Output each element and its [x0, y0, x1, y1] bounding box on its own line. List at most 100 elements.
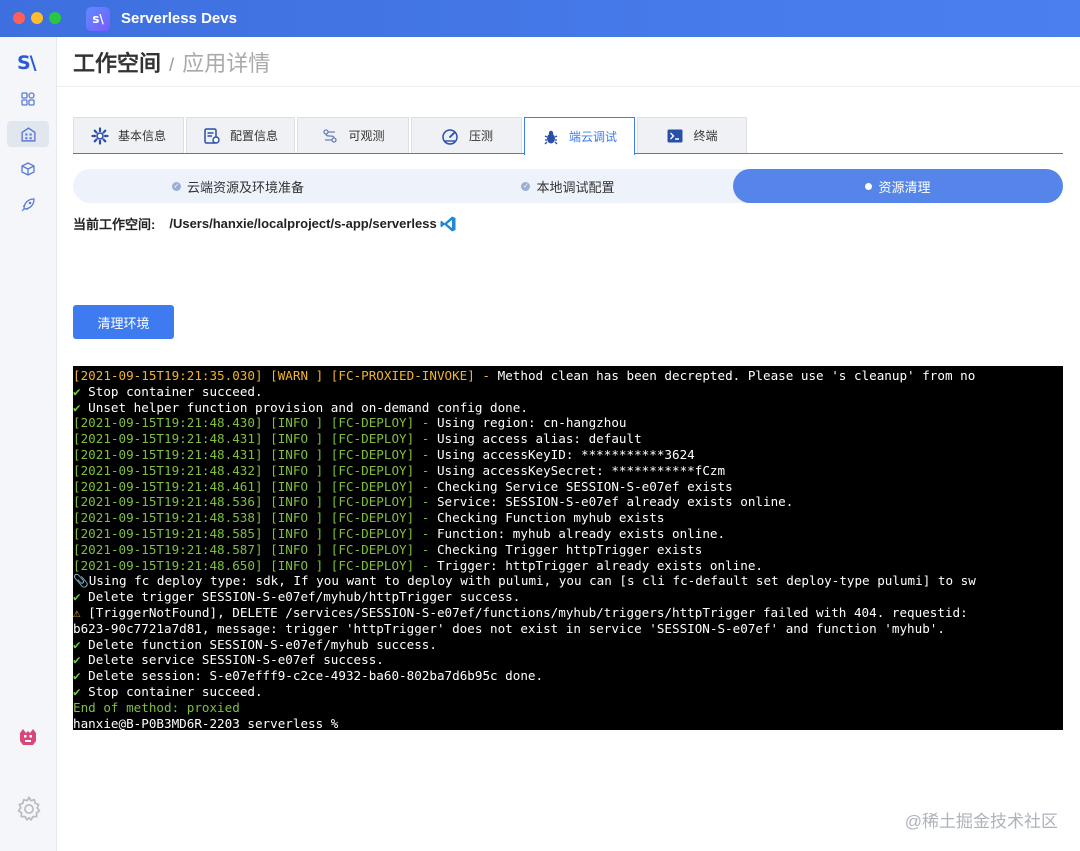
- app-logo: s\: [86, 7, 110, 31]
- terminal-segment: Stop container succeed.: [88, 683, 263, 699]
- breadcrumb-app-detail: 应用详情: [182, 51, 271, 76]
- config-icon: [204, 127, 220, 144]
- terminal-segment: [2021-09-15T19:21:48.431] [INFO ] [FC-DE…: [73, 446, 437, 462]
- step-local-debug-config[interactable]: ✓ 本地调试配置: [403, 169, 733, 203]
- cube-icon: [21, 162, 35, 176]
- terminal-segment: [2021-09-15T19:21:48.587] [INFO ] [FC-DE…: [73, 541, 437, 557]
- step-cloud-resources[interactable]: ✓ 云端资源及环境准备: [73, 169, 403, 203]
- terminal-segment: Delete session: S-e07efff9-c2ce-4932-ba6…: [88, 668, 544, 684]
- title-bar: s\ Serverless Devs: [0, 0, 1080, 37]
- bug-report-icon[interactable]: [16, 725, 40, 749]
- vscode-icon[interactable]: [439, 215, 457, 233]
- terminal-line: [2021-09-15T19:21:48.430] [INFO ] [FC-DE…: [73, 415, 1063, 431]
- terminal-icon: [667, 129, 683, 142]
- terminal-segment: Checking Trigger httpTrigger exists: [436, 541, 703, 557]
- terminal-line: [2021-09-15T19:21:35.030] [WARN ] [FC-PR…: [73, 368, 1063, 384]
- dot-icon: [865, 182, 873, 190]
- terminal-segment: Delete trigger SESSION-S-e07ef/myhub/htt…: [88, 589, 521, 605]
- minimize-window-button[interactable]: [31, 12, 43, 24]
- terminal-line: ✔ Delete session: S-e07efff9-c2ce-4932-b…: [73, 668, 1063, 684]
- terminal-segment: Trigger: httpTrigger already exists onli…: [436, 557, 763, 573]
- sidebar-item-workspace[interactable]: [7, 121, 49, 147]
- close-window-button[interactable]: [13, 12, 25, 24]
- sidebar: S\: [0, 37, 57, 851]
- terminal-segment: Checking Function myhub exists: [436, 510, 665, 526]
- breadcrumb-workspace[interactable]: 工作空间: [73, 51, 161, 76]
- sidebar-logo[interactable]: S\: [17, 52, 37, 74]
- step-label: 资源清理: [878, 179, 931, 195]
- clean-environment-button[interactable]: 清理环境: [73, 305, 174, 339]
- terminal-segment: [2021-09-15T19:21:48.461] [INFO ] [FC-DE…: [73, 478, 437, 494]
- terminal-segment: ✔: [73, 668, 89, 684]
- terminal-segment: Delete service SESSION-S-e07ef success.: [88, 652, 384, 668]
- terminal-output[interactable]: [2021-09-15T19:21:35.030] [WARN ] [FC-PR…: [73, 366, 1063, 730]
- sidebar-item-apps[interactable]: [7, 86, 49, 112]
- terminal-segment: ⚠: [73, 604, 89, 620]
- tab-label: 终端: [693, 129, 718, 143]
- terminal-segment: ✔: [73, 383, 89, 399]
- watermark: @稀土掘金技术社区: [904, 812, 1058, 831]
- terminal-segment: [2021-09-15T19:21:48.430] [INFO ] [FC-DE…: [73, 415, 437, 431]
- gear-icon: [91, 126, 109, 145]
- terminal-line: ✔ Delete trigger SESSION-S-e07ef/myhub/h…: [73, 589, 1063, 605]
- sidebar-item-deploy[interactable]: [7, 192, 49, 218]
- terminal-line: [2021-09-15T19:21:48.461] [INFO ] [FC-DE…: [73, 479, 1063, 495]
- terminal-segment: [2021-09-15T19:21:48.432] [INFO ] [FC-DE…: [73, 462, 437, 478]
- terminal-line: [2021-09-15T19:21:48.538] [INFO ] [FC-DE…: [73, 510, 1063, 526]
- terminal-segment: Using accessKeySecret: ***********fCzm: [436, 462, 726, 478]
- workspace-path: /Users/hanxie/localproject/s-app/serverl…: [169, 216, 437, 231]
- bug-icon: [544, 130, 558, 144]
- terminal-line: [2021-09-15T19:21:48.432] [INFO ] [FC-DE…: [73, 463, 1063, 479]
- tab-label: 基本信息: [117, 129, 166, 143]
- terminal-segment: 📎: [73, 573, 89, 589]
- terminal-segment: Using fc deploy type: sdk, If you want t…: [88, 573, 976, 589]
- settings-gear-icon[interactable]: [15, 795, 43, 823]
- terminal-segment: hanxie@B-P0B3MD6R-2203 serverless %: [73, 715, 346, 730]
- terminal-line: [2021-09-15T19:21:48.585] [INFO ] [FC-DE…: [73, 526, 1063, 542]
- check-icon: ✓: [171, 181, 181, 191]
- terminal-segment: [TriggerNotFound], DELETE /services/SESS…: [88, 604, 968, 620]
- observe-icon: [323, 128, 338, 143]
- terminal-line: 📎Using fc deploy type: sdk, If you want …: [73, 573, 1063, 589]
- tab-label: 可观测: [348, 129, 385, 143]
- terminal-segment: ✔: [73, 683, 89, 699]
- terminal-segment: Method clean has been decrepted. Please …: [497, 368, 976, 383]
- grid-icon: [21, 92, 35, 106]
- header-divider: [57, 86, 1080, 87]
- maximize-window-button[interactable]: [49, 12, 61, 24]
- terminal-line: [2021-09-15T19:21:48.431] [INFO ] [FC-DE…: [73, 431, 1063, 447]
- breadcrumb: 工作空间 / 应用详情: [73, 46, 270, 78]
- terminal-segment: [2021-09-15T19:21:48.536] [INFO ] [FC-DE…: [73, 494, 437, 510]
- terminal-segment: Function: myhub already exists online.: [436, 525, 726, 541]
- step-label: 云端资源及环境准备: [186, 179, 304, 195]
- terminal-segment: Checking Service SESSION-S-e07ef exists: [436, 478, 733, 494]
- terminal-segment: ✔: [73, 399, 89, 415]
- check-icon: ✓: [521, 181, 531, 191]
- terminal-line: [2021-09-15T19:21:48.536] [INFO ] [FC-DE…: [73, 494, 1063, 510]
- building-icon: [20, 126, 36, 142]
- terminal-segment: [2021-09-15T19:21:48.585] [INFO ] [FC-DE…: [73, 525, 437, 541]
- terminal-line: hanxie@B-P0B3MD6R-2203 serverless %: [73, 716, 1063, 730]
- tab-config-info[interactable]: 配置信息: [186, 117, 295, 153]
- tab-load-test[interactable]: 压测: [411, 117, 522, 153]
- tab-cloud-debug[interactable]: 端云调试: [524, 117, 635, 155]
- step-resource-cleanup[interactable]: 资源清理: [733, 169, 1063, 203]
- terminal-line: [2021-09-15T19:21:48.650] [INFO ] [FC-DE…: [73, 558, 1063, 574]
- terminal-line: ⚠ [TriggerNotFound], DELETE /services/SE…: [73, 605, 1063, 621]
- terminal-segment: [2021-09-15T19:21:48.650] [INFO ] [FC-DE…: [73, 557, 437, 573]
- terminal-line: ✔ Stop container succeed.: [73, 384, 1063, 400]
- terminal-line: ✔ Delete service SESSION-S-e07ef success…: [73, 652, 1063, 668]
- terminal-line: ✔ Stop container succeed.: [73, 684, 1063, 700]
- terminal-segment: Using accessKeyID: ***********3624: [436, 446, 695, 462]
- terminal-segment: [2021-09-15T19:21:48.538] [INFO ] [FC-DE…: [73, 510, 437, 526]
- tab-label: 压测: [468, 129, 493, 143]
- terminal-segment: Stop container succeed.: [88, 383, 263, 399]
- tab-terminal[interactable]: 终端: [637, 117, 747, 153]
- terminal-segment: [2021-09-15T19:21:35.030] [WARN ] [FC-PR…: [73, 368, 498, 383]
- breadcrumb-separator: /: [169, 55, 175, 75]
- tab-basic-info[interactable]: 基本信息: [73, 117, 184, 153]
- terminal-segment: ✔: [73, 636, 89, 652]
- tab-observability[interactable]: 可观测: [297, 117, 409, 153]
- terminal-line: b623-90c7721a7d81, message: trigger 'htt…: [73, 621, 1063, 637]
- sidebar-item-packages[interactable]: [7, 156, 49, 182]
